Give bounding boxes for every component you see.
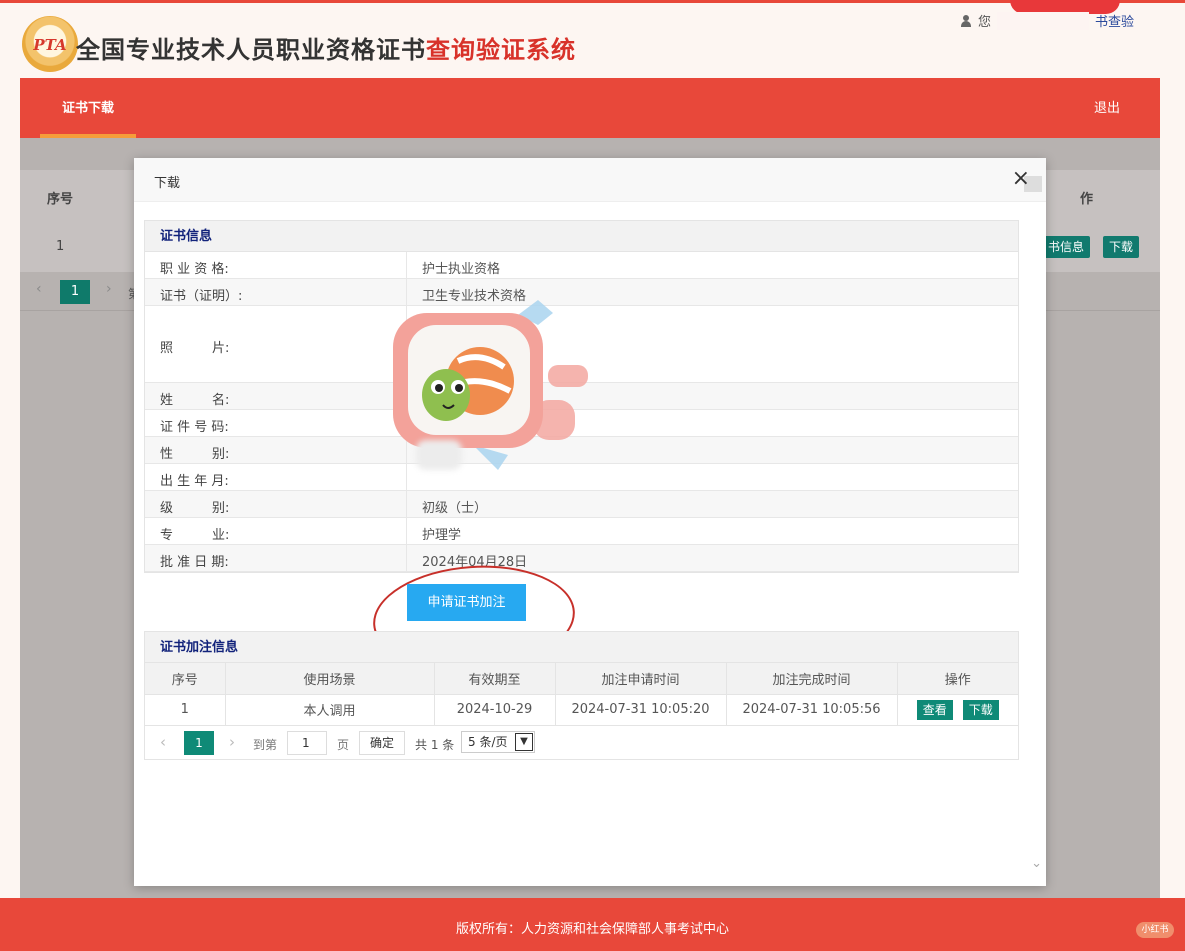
- annotation-panel: 证书加注信息 序号 使用场景 有效期至 加注申请时间 加注完成时间 操作 1 本人调用 202…: [144, 631, 1019, 760]
- annotation-pager: ‹ 1 › 到第 1 页 确定 共 1 条 5 条/页 ▼: [145, 726, 1018, 759]
- info-separator: [406, 491, 407, 517]
- cert-info-title: 证书信息: [145, 221, 1018, 252]
- close-icon[interactable]: ×: [1012, 166, 1030, 191]
- table-header-cell: 使用场景: [225, 663, 435, 695]
- pta-logo: PTA: [22, 16, 78, 72]
- bg-header-no: 序号: [47, 192, 74, 207]
- logout-link[interactable]: 退出: [1094, 78, 1120, 138]
- table-header-cell: 加注申请时间: [555, 663, 727, 695]
- bg-cert-info-button[interactable]: 书信息: [1042, 236, 1091, 258]
- top-accent-line: [0, 0, 1185, 3]
- user-area: 您 书查验: [960, 11, 1134, 30]
- redacted-username: [997, 11, 1090, 30]
- pager-page-label: 页: [337, 737, 350, 752]
- bg-pager-current[interactable]: 1: [60, 280, 90, 304]
- redaction-blur: [416, 440, 462, 470]
- site-title-main: 全国专业技术人员职业资格证书: [76, 36, 426, 64]
- info-separator: [406, 545, 407, 571]
- download-modal: 下载 × 证书信息 职 业 资 格: 护士执业资格 证书（证明）: 卫生专业技术资格照…: [134, 158, 1046, 886]
- table-cell-no: 1: [145, 694, 226, 726]
- info-row: 职 业 资 格: 护士执业资格: [145, 252, 1018, 279]
- info-value: 初级（士）: [422, 501, 488, 516]
- prev-page-icon[interactable]: ‹: [160, 733, 166, 751]
- scroll-down-icon[interactable]: ⌄: [1031, 856, 1042, 871]
- bg-next-icon[interactable]: ›: [106, 281, 112, 297]
- annotation-table: 序号 使用场景 有效期至 加注申请时间 加注完成时间 操作 1 本人调用 2024-10-29…: [145, 663, 1018, 726]
- next-page-icon[interactable]: ›: [229, 733, 235, 751]
- table-cell-scene: 本人调用: [225, 694, 435, 726]
- info-label: 专 业:: [160, 528, 230, 543]
- apply-annotation-button[interactable]: 申请证书加注: [407, 584, 526, 621]
- info-label: 性 别:: [160, 447, 230, 462]
- watermark-badge: 小红书: [1136, 922, 1174, 938]
- info-label: 职 业 资 格:: [160, 262, 229, 277]
- page-size-value: 5 条/页: [468, 734, 508, 749]
- footer: 版权所有：人力资源和社会保障部人事考试中心: [0, 898, 1185, 951]
- bg-download-button[interactable]: 下载: [1103, 236, 1140, 258]
- pager-goto-label: 到第: [253, 737, 278, 752]
- tab-cert-download[interactable]: 证书下载: [40, 78, 136, 138]
- bg-prev-icon[interactable]: ‹: [36, 281, 42, 297]
- table-header-cell: 加注完成时间: [726, 663, 898, 695]
- pager-total: 共 1 条: [415, 737, 455, 752]
- table-cell-complete-time: 2024-07-31 10:05:56: [726, 694, 898, 726]
- table-cell-valid-until: 2024-10-29: [434, 694, 556, 726]
- bg-header-op: 作: [1080, 192, 1094, 207]
- site-title-accent: 查询验证系统: [426, 36, 576, 64]
- modal-title: 下载: [154, 176, 181, 191]
- table-cell-apply-time: 2024-07-31 10:05:20: [555, 694, 727, 726]
- info-value: 护理学: [422, 528, 462, 543]
- info-separator: [406, 252, 407, 278]
- info-label: 证书（证明）:: [160, 289, 243, 304]
- info-row: 批 准 日 期: 2024年04月28日: [145, 545, 1018, 572]
- logo-text: PTA: [33, 36, 67, 54]
- chevron-down-icon[interactable]: ▼: [515, 732, 533, 751]
- info-value: 护士执业资格: [422, 262, 501, 277]
- table-header-cell: 操作: [897, 663, 1018, 695]
- info-label: 级 别:: [160, 501, 230, 516]
- main-navbar: 证书下载 退出: [20, 78, 1160, 138]
- info-label: 姓 名:: [160, 393, 230, 408]
- info-separator: [406, 518, 407, 544]
- info-row: 级 别: 初级（士）: [145, 491, 1018, 518]
- info-label: 照 片:: [160, 341, 230, 356]
- download-button[interactable]: 下载: [962, 699, 999, 720]
- table-row: 1 本人调用 2024-10-29 2024-07-31 10:05:20 2024-0…: [145, 694, 1018, 726]
- info-label: 证 件 号 码:: [160, 420, 229, 435]
- user-icon: [960, 14, 974, 27]
- table-header-cell: 序号: [145, 663, 226, 695]
- pager-confirm-button[interactable]: 确定: [359, 730, 405, 755]
- pager-current-page[interactable]: 1: [184, 730, 214, 755]
- user-greeting: 您: [978, 15, 992, 30]
- modal-header: 下载 ×: [134, 158, 1046, 202]
- site-title: 全国专业技术人员职业资格证书查询验证系统: [76, 30, 576, 65]
- cert-verify-link[interactable]: 书查验: [1095, 11, 1134, 30]
- bg-row-no: 1: [56, 239, 65, 254]
- info-label: 出 生 年 月:: [160, 474, 229, 489]
- view-button[interactable]: 查看: [916, 699, 953, 720]
- table-cell-actions: 查看 下载: [897, 694, 1018, 726]
- annotation-title: 证书加注信息: [145, 632, 1018, 663]
- pager-goto-input[interactable]: 1: [287, 730, 327, 755]
- page-size-select[interactable]: 5 条/页 ▼: [461, 730, 535, 753]
- info-row: 专 业: 护理学: [145, 518, 1018, 545]
- table-header-cell: 有效期至: [434, 663, 556, 695]
- info-label: 批 准 日 期:: [160, 555, 229, 570]
